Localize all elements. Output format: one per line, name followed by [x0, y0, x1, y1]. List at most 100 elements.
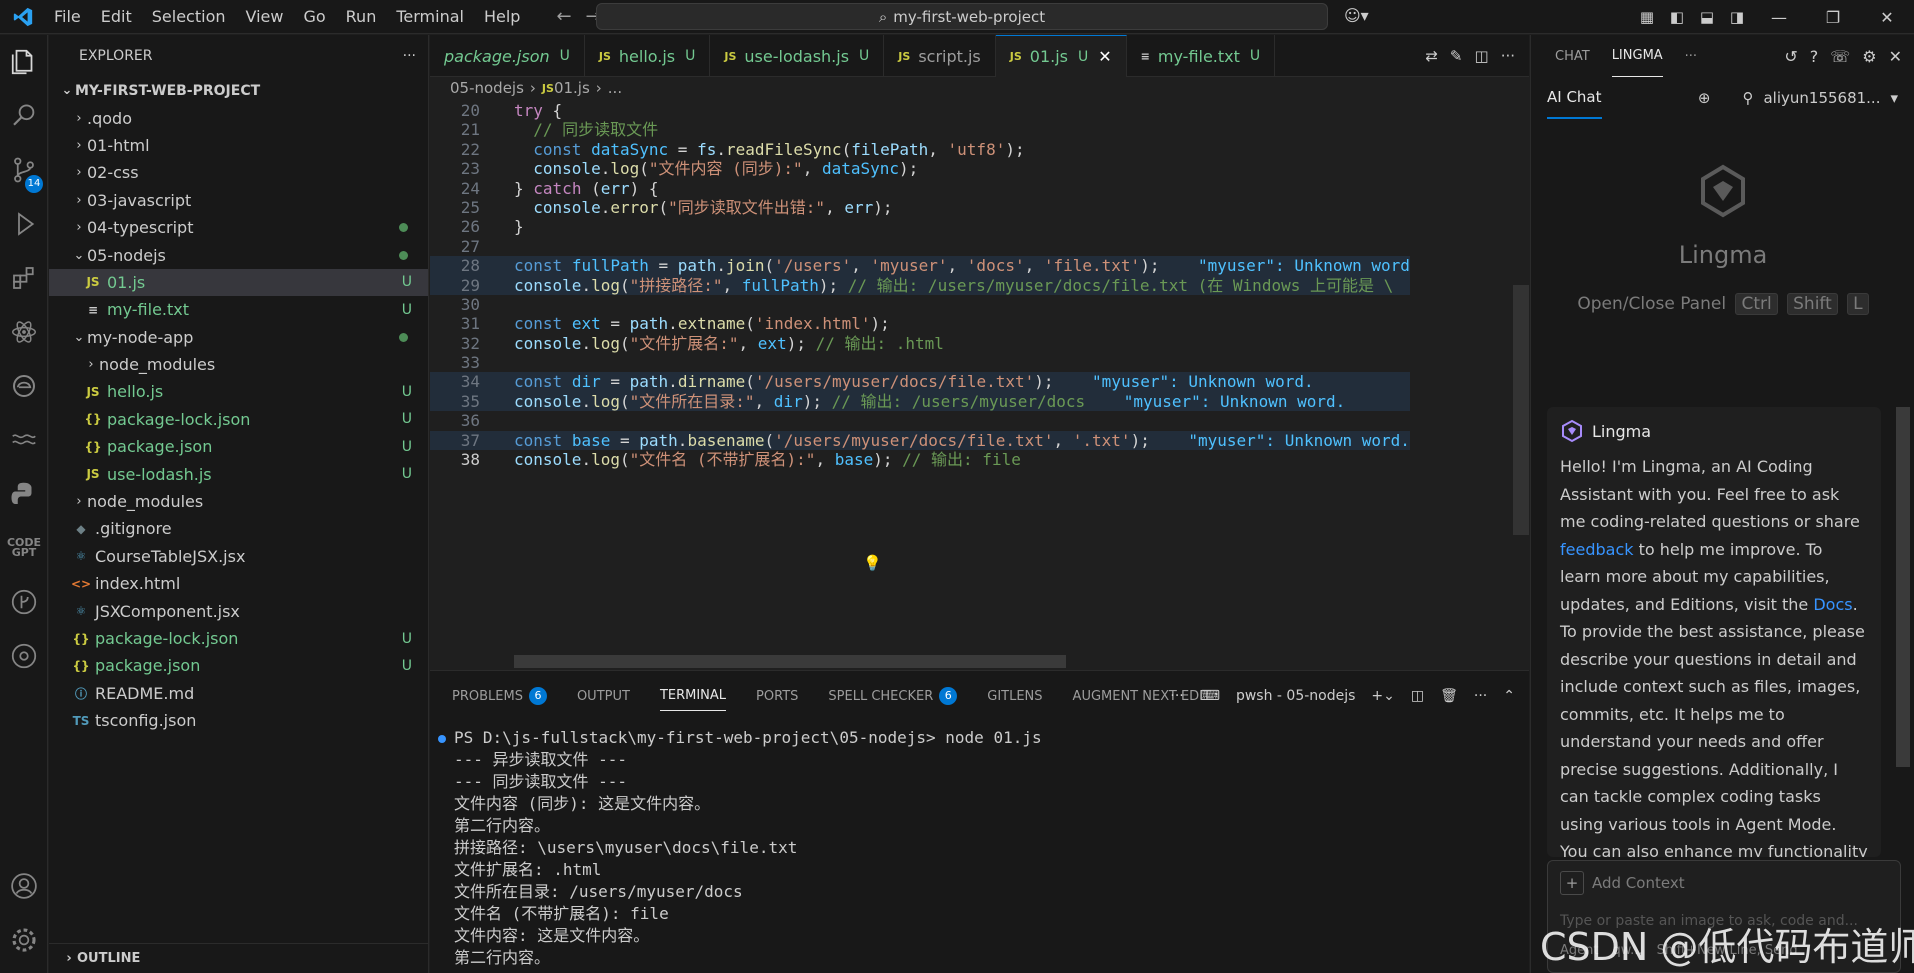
tree-folder[interactable]: › 01-html — [49, 132, 428, 159]
close-tab-icon[interactable]: ✕ — [1098, 47, 1111, 66]
add-context-button[interactable]: + Add Context — [1560, 871, 1685, 895]
tree-folder[interactable]: ⌄ 05-nodejs — [49, 241, 428, 268]
split-editor-icon[interactable]: ◫ — [1475, 47, 1489, 65]
menu-item-selection[interactable]: Selection — [142, 0, 236, 34]
tree-folder[interactable]: › .qodo — [49, 104, 428, 131]
manage-gear-icon[interactable] — [0, 913, 48, 967]
panel-tab[interactable]: PROBLEMS 6 — [452, 671, 547, 721]
code-line[interactable]: 24} catch (err) { — [430, 179, 1410, 198]
code-line[interactable]: 26} — [430, 217, 1410, 236]
minimize-icon[interactable]: — — [1752, 8, 1806, 27]
search-activity-icon[interactable] — [0, 89, 48, 143]
code-line[interactable]: 36 — [430, 411, 1410, 430]
tree-file[interactable]: JS 01.js U — [49, 268, 428, 297]
editor-tab[interactable]: JS script.js — [884, 35, 996, 77]
more-actions-icon[interactable]: ··· — [403, 48, 416, 64]
menu-item-run[interactable]: Run — [336, 0, 387, 34]
code-line[interactable]: 31 const ext = path.extname('index.html')… — [430, 314, 1410, 333]
panel-tab[interactable]: OUTPUT — [577, 671, 630, 721]
tab-chat[interactable]: CHAT — [1555, 35, 1590, 77]
code-line[interactable]: 32 console.log("文件扩展名:", ext); // 输出: .ht… — [430, 334, 1410, 353]
chat-scrollbar[interactable] — [1896, 407, 1910, 767]
docs-link[interactable]: Docs — [1813, 595, 1852, 614]
edge-icon[interactable] — [0, 359, 48, 413]
react-icon[interactable] — [0, 305, 48, 359]
lightbulb-icon[interactable]: 💡 — [863, 554, 882, 572]
new-chat-icon[interactable]: ⊕ — [1698, 89, 1711, 107]
panel-more2-icon[interactable]: ··· — [1474, 688, 1487, 704]
python-icon[interactable] — [0, 467, 48, 521]
toggle-secondary-sidebar-icon[interactable]: ◨ — [1722, 8, 1752, 26]
feedback-icon[interactable]: ☏ — [1830, 47, 1850, 66]
breadcrumb-item[interactable]: 05-nodejs — [450, 79, 524, 97]
toggle-sidebar-icon[interactable]: ◧ — [1662, 8, 1692, 26]
close-icon[interactable]: ✕ — [1889, 47, 1902, 66]
explorer-icon[interactable] — [0, 35, 48, 89]
editor-tab[interactable]: JS 01.js U ✕ — [995, 35, 1127, 77]
code-line[interactable]: 28 const fullPath = path.join('/users', '… — [430, 256, 1410, 276]
tree-folder[interactable]: › node_modules — [49, 351, 428, 378]
tree-file[interactable]: ⓘ README.md — [49, 680, 428, 707]
tree-file[interactable]: ⚛ CourseTableJSX.jsx — [49, 543, 428, 570]
customize-layout-icon[interactable]: ▦ — [1632, 8, 1662, 26]
feedback-link[interactable]: feedback — [1560, 540, 1634, 559]
menu-item-file[interactable]: File — [44, 0, 91, 34]
back-arrow-icon[interactable]: ← — [556, 6, 571, 27]
git-graph-icon[interactable] — [0, 629, 48, 683]
tree-file[interactable]: JS use-lodash.js U — [49, 460, 428, 487]
tree-file[interactable]: TS tsconfig.json — [49, 707, 428, 734]
tree-file[interactable]: JS hello.js U — [49, 378, 428, 405]
vertical-scrollbar[interactable] — [1513, 285, 1529, 535]
menu-item-edit[interactable]: Edit — [91, 0, 142, 34]
editor-tab[interactable]: JS use-lodash.js U — [710, 35, 885, 77]
run-debug-icon[interactable] — [0, 197, 48, 251]
tree-file[interactable]: ◆ .gitignore — [49, 515, 428, 542]
user-menu[interactable]: ⊕ ⚲ aliyun155681... ▾ — [1698, 89, 1898, 107]
tab-ai-chat[interactable]: AI Chat — [1547, 77, 1602, 119]
account-icon[interactable] — [0, 859, 48, 913]
code-line[interactable]: 25 console.error("同步读取文件出错:", err); — [430, 198, 1410, 217]
secondary-more-icon[interactable]: ··· — [1685, 35, 1697, 77]
gitlens-icon[interactable] — [0, 575, 48, 629]
tree-file[interactable]: {} package.json U — [49, 652, 428, 679]
editor-more-icon[interactable]: ··· — [1501, 47, 1515, 65]
horizontal-scrollbar[interactable] — [514, 655, 1066, 668]
code-line[interactable]: 27 — [430, 237, 1410, 256]
settings-gear-icon[interactable]: ⚙ — [1862, 47, 1876, 66]
code-line[interactable]: 33 — [430, 353, 1410, 372]
terminal-name[interactable]: pwsh - 05-nodejs — [1236, 688, 1355, 704]
breadcrumb-item[interactable]: ... — [608, 79, 622, 97]
wave-icon[interactable] — [0, 413, 48, 467]
tree-folder[interactable]: › node_modules — [49, 488, 428, 515]
editor-tab[interactable]: ≡ my-file.txt U — [1127, 35, 1276, 77]
code-line[interactable]: 30 — [430, 295, 1410, 314]
brush-icon[interactable]: ✎ — [1450, 47, 1463, 65]
tree-file[interactable]: {} package-lock.json U — [49, 406, 428, 433]
maximize-icon[interactable]: ❐ — [1806, 8, 1860, 27]
tree-folder[interactable]: › 04-typescript — [49, 214, 428, 241]
panel-more-icon[interactable]: ··· — [1170, 688, 1183, 704]
tree-file[interactable]: {} package.json U — [49, 433, 428, 460]
toggle-panel-icon[interactable]: ⬓ — [1692, 8, 1722, 26]
extensions-icon[interactable] — [0, 251, 48, 305]
panel-tab[interactable]: PORTS — [756, 671, 798, 721]
code-line[interactable]: 22 const dataSync = fs.readFileSync(file… — [430, 140, 1410, 159]
new-terminal-icon[interactable]: +⌄ — [1371, 688, 1394, 704]
history-icon[interactable]: ↺ — [1784, 47, 1797, 66]
code-area[interactable]: 20 try {21 // 同步读取文件 22 const dataSync = f… — [430, 101, 1410, 656]
compare-icon[interactable]: ⇄ — [1425, 47, 1438, 65]
close-window-icon[interactable]: ✕ — [1860, 8, 1914, 27]
source-control-icon[interactable]: 14 — [0, 143, 48, 197]
panel-tab[interactable]: TERMINAL — [659, 681, 727, 711]
maximize-panel-icon[interactable]: ⌃ — [1503, 688, 1515, 704]
command-center-search[interactable]: ⌕ my-first-web-project — [596, 3, 1328, 30]
menu-item-view[interactable]: View — [236, 0, 294, 34]
kill-terminal-icon[interactable]: 🗑 — [1440, 688, 1458, 704]
menu-item-help[interactable]: Help — [474, 0, 530, 34]
code-line[interactable]: 35 console.log("文件所在目录:", dir); // 输出: /u… — [430, 391, 1410, 412]
tree-file[interactable]: ≡ my-file.txt U — [49, 296, 428, 323]
code-line[interactable]: 23 console.log("文件内容 (同步):", dataSync); — [430, 159, 1410, 178]
code-line[interactable]: 38 console.log("文件名 (不带扩展名):", base); // … — [430, 450, 1410, 469]
panel-tab[interactable]: SPELL CHECKER 6 — [828, 671, 958, 721]
tree-file[interactable]: <> index.html — [49, 570, 428, 597]
